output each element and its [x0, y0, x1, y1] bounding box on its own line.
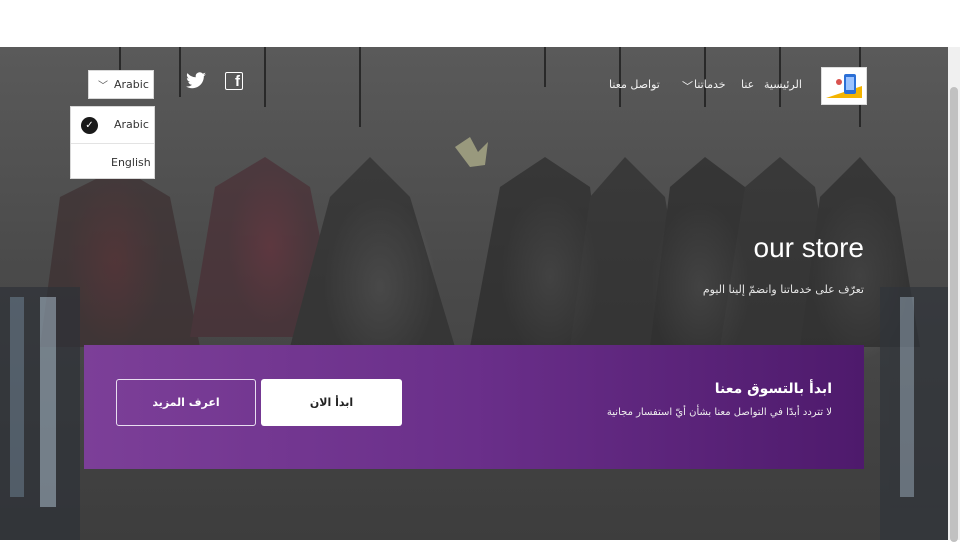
- hero-title: our store: [753, 232, 865, 263]
- language-selected: Arabic: [114, 78, 149, 91]
- cta-description: لا تتردد أبدًا في التواصل معنا بشأن أيّ …: [606, 407, 832, 418]
- nav-services[interactable]: خدماتنا: [694, 78, 726, 91]
- browser-top-bar: [0, 0, 960, 47]
- nav-about[interactable]: عنا: [741, 78, 754, 91]
- learn-more-button[interactable]: اعرف المزيد: [116, 379, 256, 426]
- chevron-down-icon: ﹀: [98, 81, 108, 92]
- language-option-arabic[interactable]: ✓ Arabic: [71, 107, 154, 143]
- language-dropdown: ✓ Arabic English: [70, 106, 155, 179]
- check-icon: ✓: [81, 117, 98, 134]
- logo-image: [822, 68, 866, 104]
- cta-banner: ابدأ بالتسوق معنا لا تتردد أبدًا في التو…: [84, 345, 864, 469]
- chevron-down-icon[interactable]: ﹀: [682, 78, 693, 94]
- hero-subtitle: تعرّف على خدماتنا وانضمّ إلينا اليوم: [702, 283, 864, 296]
- site-logo[interactable]: [821, 67, 867, 105]
- start-now-button[interactable]: ابدأ الان: [261, 379, 402, 426]
- twitter-icon[interactable]: [185, 72, 207, 90]
- page-scrollbar[interactable]: [948, 47, 960, 542]
- facebook-icon[interactable]: f: [225, 72, 243, 90]
- nav-home[interactable]: الرئيسية: [764, 78, 802, 91]
- nav-contact[interactable]: تواصل معنا: [609, 78, 660, 91]
- scrollbar-thumb[interactable]: [950, 87, 958, 542]
- language-option-english[interactable]: English: [71, 143, 154, 180]
- cta-title: ابدأ بالتسوق معنا: [714, 381, 832, 397]
- language-option-label: Arabic: [114, 118, 149, 131]
- language-option-label: English: [111, 156, 151, 169]
- language-select[interactable]: ﹀ Arabic: [88, 70, 154, 99]
